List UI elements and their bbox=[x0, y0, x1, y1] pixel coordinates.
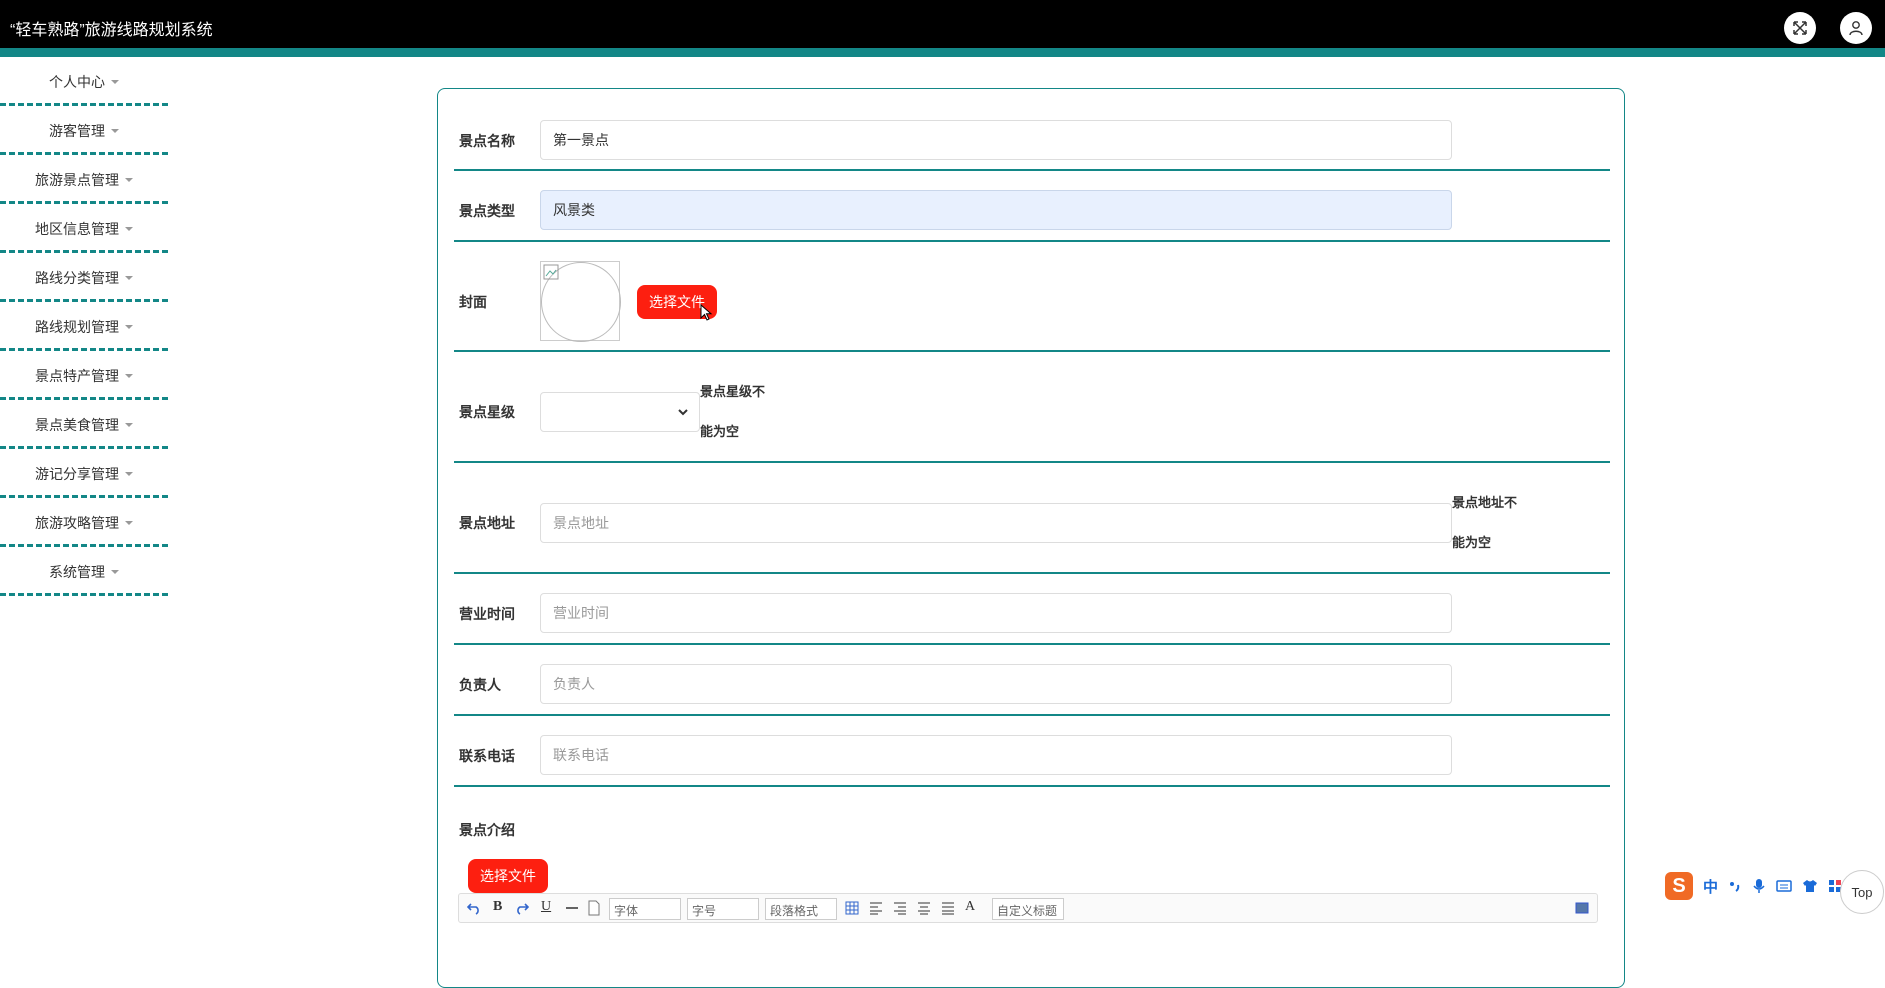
ime-mode-indicator[interactable]: 中 bbox=[1703, 876, 1718, 897]
caret-down-icon bbox=[125, 325, 133, 329]
sidebar-item-region-management[interactable]: 地区信息管理 bbox=[0, 204, 168, 253]
user-icon[interactable] bbox=[1840, 12, 1872, 44]
sidebar-item-attraction-management[interactable]: 旅游景点管理 bbox=[0, 155, 168, 204]
custom-title-dropdown[interactable]: 自定义标题 bbox=[992, 898, 1064, 920]
form-row-phone: 联系电话 bbox=[454, 716, 1610, 787]
caret-down-icon bbox=[111, 129, 119, 133]
sidebar-item-label: 地区信息管理 bbox=[35, 221, 119, 237]
redo-icon[interactable] bbox=[515, 901, 529, 915]
sidebar-item-label: 旅游攻略管理 bbox=[35, 515, 119, 531]
chevron-down-icon bbox=[678, 409, 688, 416]
caret-down-icon bbox=[125, 276, 133, 280]
sidebar-item-guide-management[interactable]: 旅游攻略管理 bbox=[0, 498, 168, 547]
caret-down-icon bbox=[125, 423, 133, 427]
sidebar-item-route-planning-management[interactable]: 路线规划管理 bbox=[0, 302, 168, 351]
source-code-icon[interactable] bbox=[1575, 901, 1589, 915]
form-row-type: 景点类型 bbox=[454, 171, 1610, 242]
cover-label: 封面 bbox=[459, 294, 487, 310]
microphone-icon[interactable] bbox=[1752, 878, 1766, 894]
star-error-line1: 景点星级不 bbox=[700, 384, 766, 399]
form-row-hours: 营业时间 bbox=[454, 574, 1610, 645]
sidebar-item-label: 路线分类管理 bbox=[35, 270, 119, 286]
form-row-address: 景点地址 景点地址不 能为空 bbox=[454, 463, 1610, 574]
caret-down-icon bbox=[125, 227, 133, 231]
punctuation-icon[interactable] bbox=[1728, 879, 1742, 893]
caret-down-icon bbox=[125, 521, 133, 525]
intro-label: 景点介绍 bbox=[459, 822, 515, 838]
mouse-cursor-icon bbox=[700, 304, 713, 321]
font-family-dropdown[interactable]: 字体 bbox=[609, 898, 681, 920]
sidebar-item-label: 景点特产管理 bbox=[35, 368, 119, 384]
paragraph-format-dropdown[interactable]: 段落格式 bbox=[765, 898, 837, 920]
hours-label: 营业时间 bbox=[459, 606, 515, 622]
sidebar-item-food-management[interactable]: 景点美食管理 bbox=[0, 400, 168, 449]
name-label: 景点名称 bbox=[459, 133, 515, 149]
sidebar-item-personal-center[interactable]: 个人中心 bbox=[0, 57, 168, 106]
font-color-button[interactable]: A bbox=[965, 899, 975, 915]
sidebar-item-label: 个人中心 bbox=[49, 74, 105, 90]
form-panel: 景点名称 景点类型 封面 选择文件 景点星级 景点星级不 能为空 景点地址 景点… bbox=[437, 88, 1625, 988]
type-input[interactable] bbox=[540, 190, 1452, 230]
form-row-cover: 封面 选择文件 bbox=[454, 242, 1610, 352]
header-stripe bbox=[0, 48, 1885, 57]
phone-input[interactable] bbox=[540, 735, 1452, 775]
caret-down-icon bbox=[125, 374, 133, 378]
sogou-logo-icon[interactable]: S bbox=[1665, 872, 1693, 900]
sidebar: 个人中心 游客管理 旅游景点管理 地区信息管理 路线分类管理 路线规划管理 景点… bbox=[0, 57, 168, 596]
star-label: 景点星级 bbox=[459, 404, 515, 420]
top-navbar: “轻车熟路”旅游线路规划系统 bbox=[0, 0, 1885, 57]
sidebar-item-label: 景点美食管理 bbox=[35, 417, 119, 433]
keyboard-icon[interactable] bbox=[1776, 879, 1792, 893]
sidebar-item-system-management[interactable]: 系统管理 bbox=[0, 547, 168, 596]
cover-image-placeholder bbox=[540, 261, 621, 342]
caret-down-icon bbox=[111, 80, 119, 84]
fullscreen-icon[interactable] bbox=[1784, 12, 1816, 44]
underline-button[interactable]: U bbox=[541, 899, 551, 915]
sidebar-item-label: 旅游景点管理 bbox=[35, 172, 119, 188]
back-to-top-button[interactable]: Top bbox=[1840, 870, 1884, 914]
form-row-name: 景点名称 bbox=[454, 89, 1610, 171]
sidebar-item-specialty-management[interactable]: 景点特产管理 bbox=[0, 351, 168, 400]
star-select[interactable] bbox=[540, 392, 700, 432]
sidebar-item-label: 系统管理 bbox=[49, 564, 105, 580]
caret-down-icon bbox=[125, 472, 133, 476]
app-title: “轻车熟路”旅游线路规划系统 bbox=[10, 22, 213, 39]
align-center-icon[interactable] bbox=[917, 901, 931, 915]
hours-input[interactable] bbox=[540, 593, 1452, 633]
align-left-icon[interactable] bbox=[869, 901, 883, 915]
sidebar-item-tourist-management[interactable]: 游客管理 bbox=[0, 106, 168, 155]
broken-image-icon bbox=[543, 264, 559, 280]
sidebar-item-label: 游记分享管理 bbox=[35, 466, 119, 482]
type-label: 景点类型 bbox=[459, 203, 515, 219]
manager-label: 负责人 bbox=[459, 677, 501, 693]
address-error-line2: 能为空 bbox=[1452, 535, 1492, 550]
sidebar-item-label: 路线规划管理 bbox=[35, 319, 119, 335]
align-justify-icon[interactable] bbox=[941, 901, 955, 915]
sidebar-item-travelogue-management[interactable]: 游记分享管理 bbox=[0, 449, 168, 498]
font-size-dropdown[interactable]: 字号 bbox=[687, 898, 759, 920]
name-input[interactable] bbox=[540, 120, 1452, 160]
editor-toolbar: B U 字体 字号 段落格式 A 自定义标题 bbox=[458, 893, 1598, 923]
phone-label: 联系电话 bbox=[459, 748, 515, 764]
sidebar-item-route-category-management[interactable]: 路线分类管理 bbox=[0, 253, 168, 302]
skin-icon[interactable] bbox=[1802, 879, 1818, 893]
address-input[interactable] bbox=[540, 503, 1452, 543]
form-row-manager: 负责人 bbox=[454, 645, 1610, 716]
horizontal-rule-icon[interactable] bbox=[565, 901, 579, 915]
ime-toolbar: S 中 bbox=[1665, 870, 1845, 902]
star-error-line2: 能为空 bbox=[700, 424, 740, 439]
undo-icon[interactable] bbox=[467, 901, 481, 915]
address-label: 景点地址 bbox=[459, 515, 515, 531]
bold-button[interactable]: B bbox=[493, 899, 502, 915]
caret-down-icon bbox=[111, 570, 119, 574]
intro-upload-button[interactable]: 选择文件 bbox=[468, 859, 548, 893]
address-error-line1: 景点地址不 bbox=[1452, 495, 1518, 510]
manager-input[interactable] bbox=[540, 664, 1452, 704]
table-icon[interactable] bbox=[845, 901, 859, 915]
form-row-star: 景点星级 景点星级不 能为空 bbox=[454, 352, 1610, 463]
caret-down-icon bbox=[125, 178, 133, 182]
document-icon[interactable] bbox=[587, 900, 601, 916]
sidebar-item-label: 游客管理 bbox=[49, 123, 105, 139]
align-right-icon[interactable] bbox=[893, 901, 907, 915]
